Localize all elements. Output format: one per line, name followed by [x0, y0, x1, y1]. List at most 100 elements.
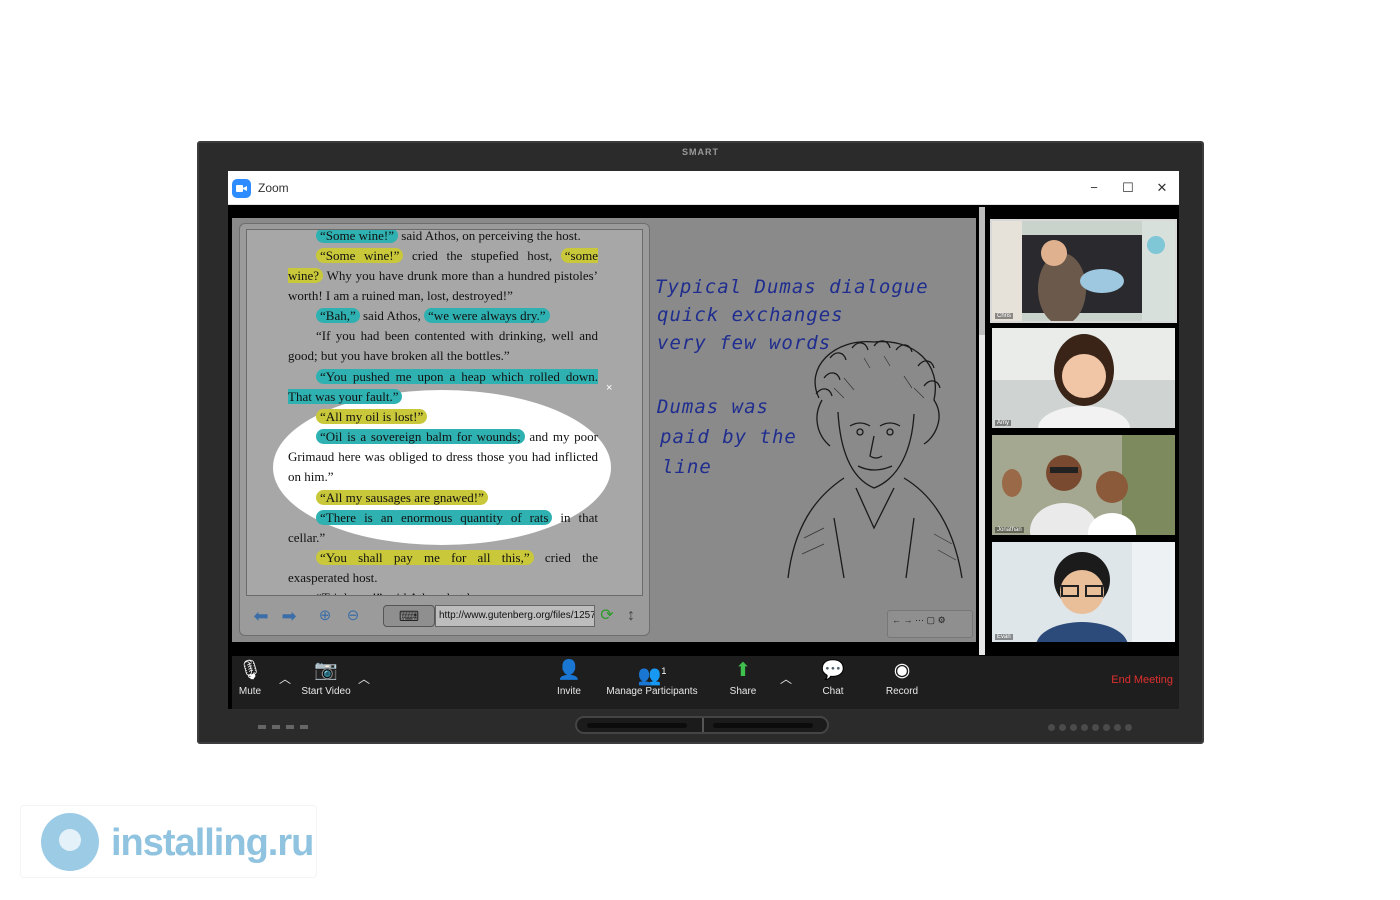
start-video-button[interactable]: 📷 Start Video [296, 656, 356, 709]
chat-button[interactable]: 💬 Chat [818, 656, 848, 709]
microphone-icon: 🎙 [237, 660, 263, 681]
book-paragraph: “Some wine!” cried the stupefied host, “… [288, 246, 598, 307]
record-button[interactable]: ◉ Record [882, 656, 922, 709]
ink-note-line: Dumas was [657, 396, 769, 418]
share-options-chevron-up-icon[interactable]: ︿ [780, 670, 792, 687]
participant-tile-jonathan[interactable]: Jonathan [990, 433, 1177, 537]
highlighted-text: “All my sausages are gnawed!” [316, 490, 488, 505]
highlighted-text: “There is an enormous quantity of rats [316, 510, 553, 525]
paragraph-text: “Triple ass!” said Athos; but he... [316, 590, 489, 595]
scroll-toggle-icon[interactable]: ↕ [622, 605, 640, 627]
highlighted-text: “You pushed me upon a heap which rolled … [288, 369, 598, 405]
spotlight-close-icon[interactable]: × [606, 382, 612, 394]
zoom-out-icon[interactable]: ⊖ [342, 605, 364, 627]
watermark-logo-icon [41, 813, 99, 871]
viewer-toolbar: ⬅ ➡ ⊕ ⊖ ⌨ http://www.gutenberg.org/files… [246, 601, 643, 632]
zoom-app-icon [232, 179, 251, 198]
book-paragraph: “Some wine!” said Athos, on perceiving t… [288, 229, 598, 246]
participant-name: Jonathan [995, 527, 1024, 533]
participant-count: 1 [661, 666, 667, 676]
video-options-chevron-up-icon[interactable]: ︿ [358, 670, 370, 687]
highlighted-text: “All my oil is lost!” [316, 409, 428, 424]
participant-video-amy [992, 328, 1175, 428]
window-titlebar: Zoom − ☐ ✕ [228, 171, 1179, 205]
chat-bubble-icon: 💬 [821, 660, 845, 681]
window-title: Zoom [258, 181, 289, 195]
pen-tray [575, 716, 829, 734]
front-panel-buttons [1046, 718, 1138, 731]
forward-arrow-icon[interactable]: ➡ [278, 605, 300, 627]
paragraph-text: “If you had been contented with drinking… [288, 328, 598, 364]
zoom-in-icon[interactable]: ⊕ [314, 605, 336, 627]
paragraph-text: said Athos, [359, 308, 425, 323]
end-meeting-button[interactable]: End Meeting [1111, 674, 1173, 686]
pen-right[interactable] [713, 723, 813, 728]
prev-arrow-icon[interactable]: ← [892, 615, 901, 625]
book-paragraph: “Oil is a sovereign balm for wounds; and… [288, 427, 598, 488]
manage-participants-button[interactable]: 👥1 Manage Participants [602, 656, 702, 709]
highlighted-text: “Some wine!” [316, 248, 404, 263]
highlighted-text: “Oil is a sovereign balm for wounds; [316, 429, 525, 444]
participant-gallery: Chris Amy Jonathan Evan [990, 219, 1177, 647]
video-off-icon: 📷 [314, 660, 338, 681]
mute-button[interactable]: 🎙 Mute [234, 656, 266, 709]
highlighted-text: “we were always dry.” [424, 308, 550, 323]
participant-tile-amy[interactable]: Amy [990, 326, 1177, 430]
meeting-controls-bar: 🎙 Mute ︿ 📷 Start Video ︿ 👤 Invite 👥1 Man… [232, 656, 1179, 709]
shared-screen-area: “Some wine!” said Athos, on perceiving t… [232, 218, 976, 642]
content-scrollbar[interactable] [979, 207, 985, 655]
record-icon: ◉ [893, 660, 911, 681]
participant-tile-chris[interactable]: Chris [990, 219, 1177, 323]
close-window-button[interactable]: ✕ [1153, 179, 1171, 197]
invite-button[interactable]: 👤 Invite [550, 656, 588, 709]
back-arrow-icon[interactable]: ⬅ [250, 605, 272, 627]
stage: SMART Zoom − ☐ ✕ “Some wine!” said Athos… [0, 0, 1400, 900]
participant-name: Chris [995, 313, 1014, 319]
front-ports [255, 716, 335, 730]
highlighted-text: “Some wine!” [316, 230, 399, 243]
keyboard-button[interactable]: ⌨ [383, 605, 435, 627]
paragraph-text: said Athos, on perceiving the host. [398, 229, 581, 243]
participant-video-jonathan [992, 435, 1175, 535]
monitor-brand: SMART [682, 147, 719, 157]
highlighted-text: “Bah,” [316, 308, 360, 323]
maximize-button[interactable]: ☐ [1119, 179, 1137, 197]
scrollbar-thumb[interactable] [979, 207, 985, 335]
pen-left[interactable] [587, 723, 687, 728]
book-viewer: “Some wine!” said Athos, on perceiving t… [239, 223, 650, 636]
paragraph-text: Why you have drunk more than a hundred p… [288, 268, 598, 304]
book-paragraph: “You shall pay me for all this,” cried t… [288, 548, 598, 588]
paragraph-text: cried the stupefied host, [403, 248, 561, 263]
highlighted-text: “You shall pay me for all this,” [316, 550, 534, 565]
book-paragraph: “Bah,” said Athos, “we were always dry.” [288, 306, 598, 326]
add-user-icon: 👤 [557, 660, 581, 681]
more-icon[interactable]: ⋯ [915, 615, 924, 625]
participant-video-chris [992, 221, 1175, 321]
participant-name: Evan [995, 634, 1013, 640]
mini-annotation-toolbar[interactable]: ← → ⋯ ▢ ⚙ [887, 610, 973, 638]
participant-video-evan [992, 542, 1175, 642]
share-button[interactable]: ⬆ Share [726, 656, 760, 709]
book-paragraph: “Triple ass!” said Athos; but he... [288, 588, 598, 595]
settings-icon[interactable]: ⚙ [938, 615, 946, 625]
minimize-button[interactable]: − [1085, 179, 1103, 197]
audio-options-chevron-up-icon[interactable]: ︿ [279, 670, 291, 687]
share-screen-icon: ⬆ [735, 660, 751, 681]
watermark-text: installing.ru [111, 822, 314, 864]
next-arrow-icon[interactable]: → [904, 615, 913, 625]
participant-name: Amy [995, 420, 1011, 426]
refresh-icon[interactable]: ⟳ [596, 605, 618, 627]
url-field[interactable]: http://www.gutenberg.org/files/1257 [435, 605, 595, 627]
ink-note-line: line [662, 456, 712, 478]
book-paragraph: “If you had been contented with drinking… [288, 326, 598, 366]
page-icon[interactable]: ▢ [927, 615, 936, 625]
book-page[interactable]: “Some wine!” said Athos, on perceiving t… [246, 229, 643, 596]
book-paragraph: “There is an enormous quantity of rats i… [288, 508, 598, 548]
monitor-bottom-bezel [199, 708, 1202, 742]
participant-tile-evan[interactable]: Evan [990, 540, 1177, 644]
participants-icon: 👥1 [637, 665, 667, 687]
ink-note-line: quick exchanges [657, 304, 844, 326]
book-paragraph: “All my sausages are gnawed!” [288, 488, 598, 508]
watermark: installing.ru [20, 805, 317, 878]
book-paragraph: “All my oil is lost!” [288, 407, 598, 427]
